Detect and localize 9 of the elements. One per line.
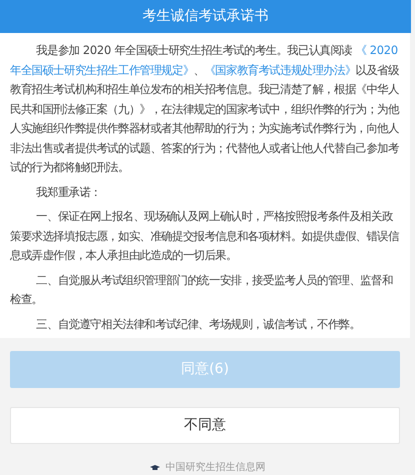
- paragraph: 三、自觉遵守相关法律和考试纪律、考场规则，诚信考试，不作弊。: [35, 316, 362, 332]
- paragraph: 我郑重承诺：: [35, 184, 102, 200]
- paragraph: 二、自觉服从考试组织管理部门的统一安排，接受监考人员的管理、监督和检查。: [10, 272, 394, 308]
- paragraph: 我是参加 2020 年全国硕士研究生招生考试的考生。我已认真阅读 《 2020年全国硕士研究生招生工作管理规定》、《国家教育考试违规处理办法》以及省级教育招生考试机构和招生单位发布的相关招考信息。我已清楚了解，根据《中华人民共和国刑法修正案（九）》，在法律规定的国家考试中，组织作弊的行为；为他人实施组织作弊提供作弊器材或者其他帮助的行为；为实施考试作弊行为，向他人非法出售或者提供考试的试题、答案的行为；代替他人或者让他人代替自己参加考试的行为都将触犯刑法。: [10, 42, 400, 176]
- paragraph: 一、保证在网上报名、现场确认及网上确认时，严格按照报考条件及相关政策要求选择填报志愿，如实、准确提交报考信息和各项材料。如提供虚假、错误信息或弄虚作假，本人承担由此造成的一切后果。: [10, 208, 400, 264]
- graduation-cap-icon: [150, 464, 160, 470]
- footer-link[interactable]: 中国研究生招生信息网: [166, 460, 266, 475]
- page-title: 考生诚信考试承诺书: [142, 7, 268, 26]
- disagree-button[interactable]: 不同意: [10, 407, 400, 444]
